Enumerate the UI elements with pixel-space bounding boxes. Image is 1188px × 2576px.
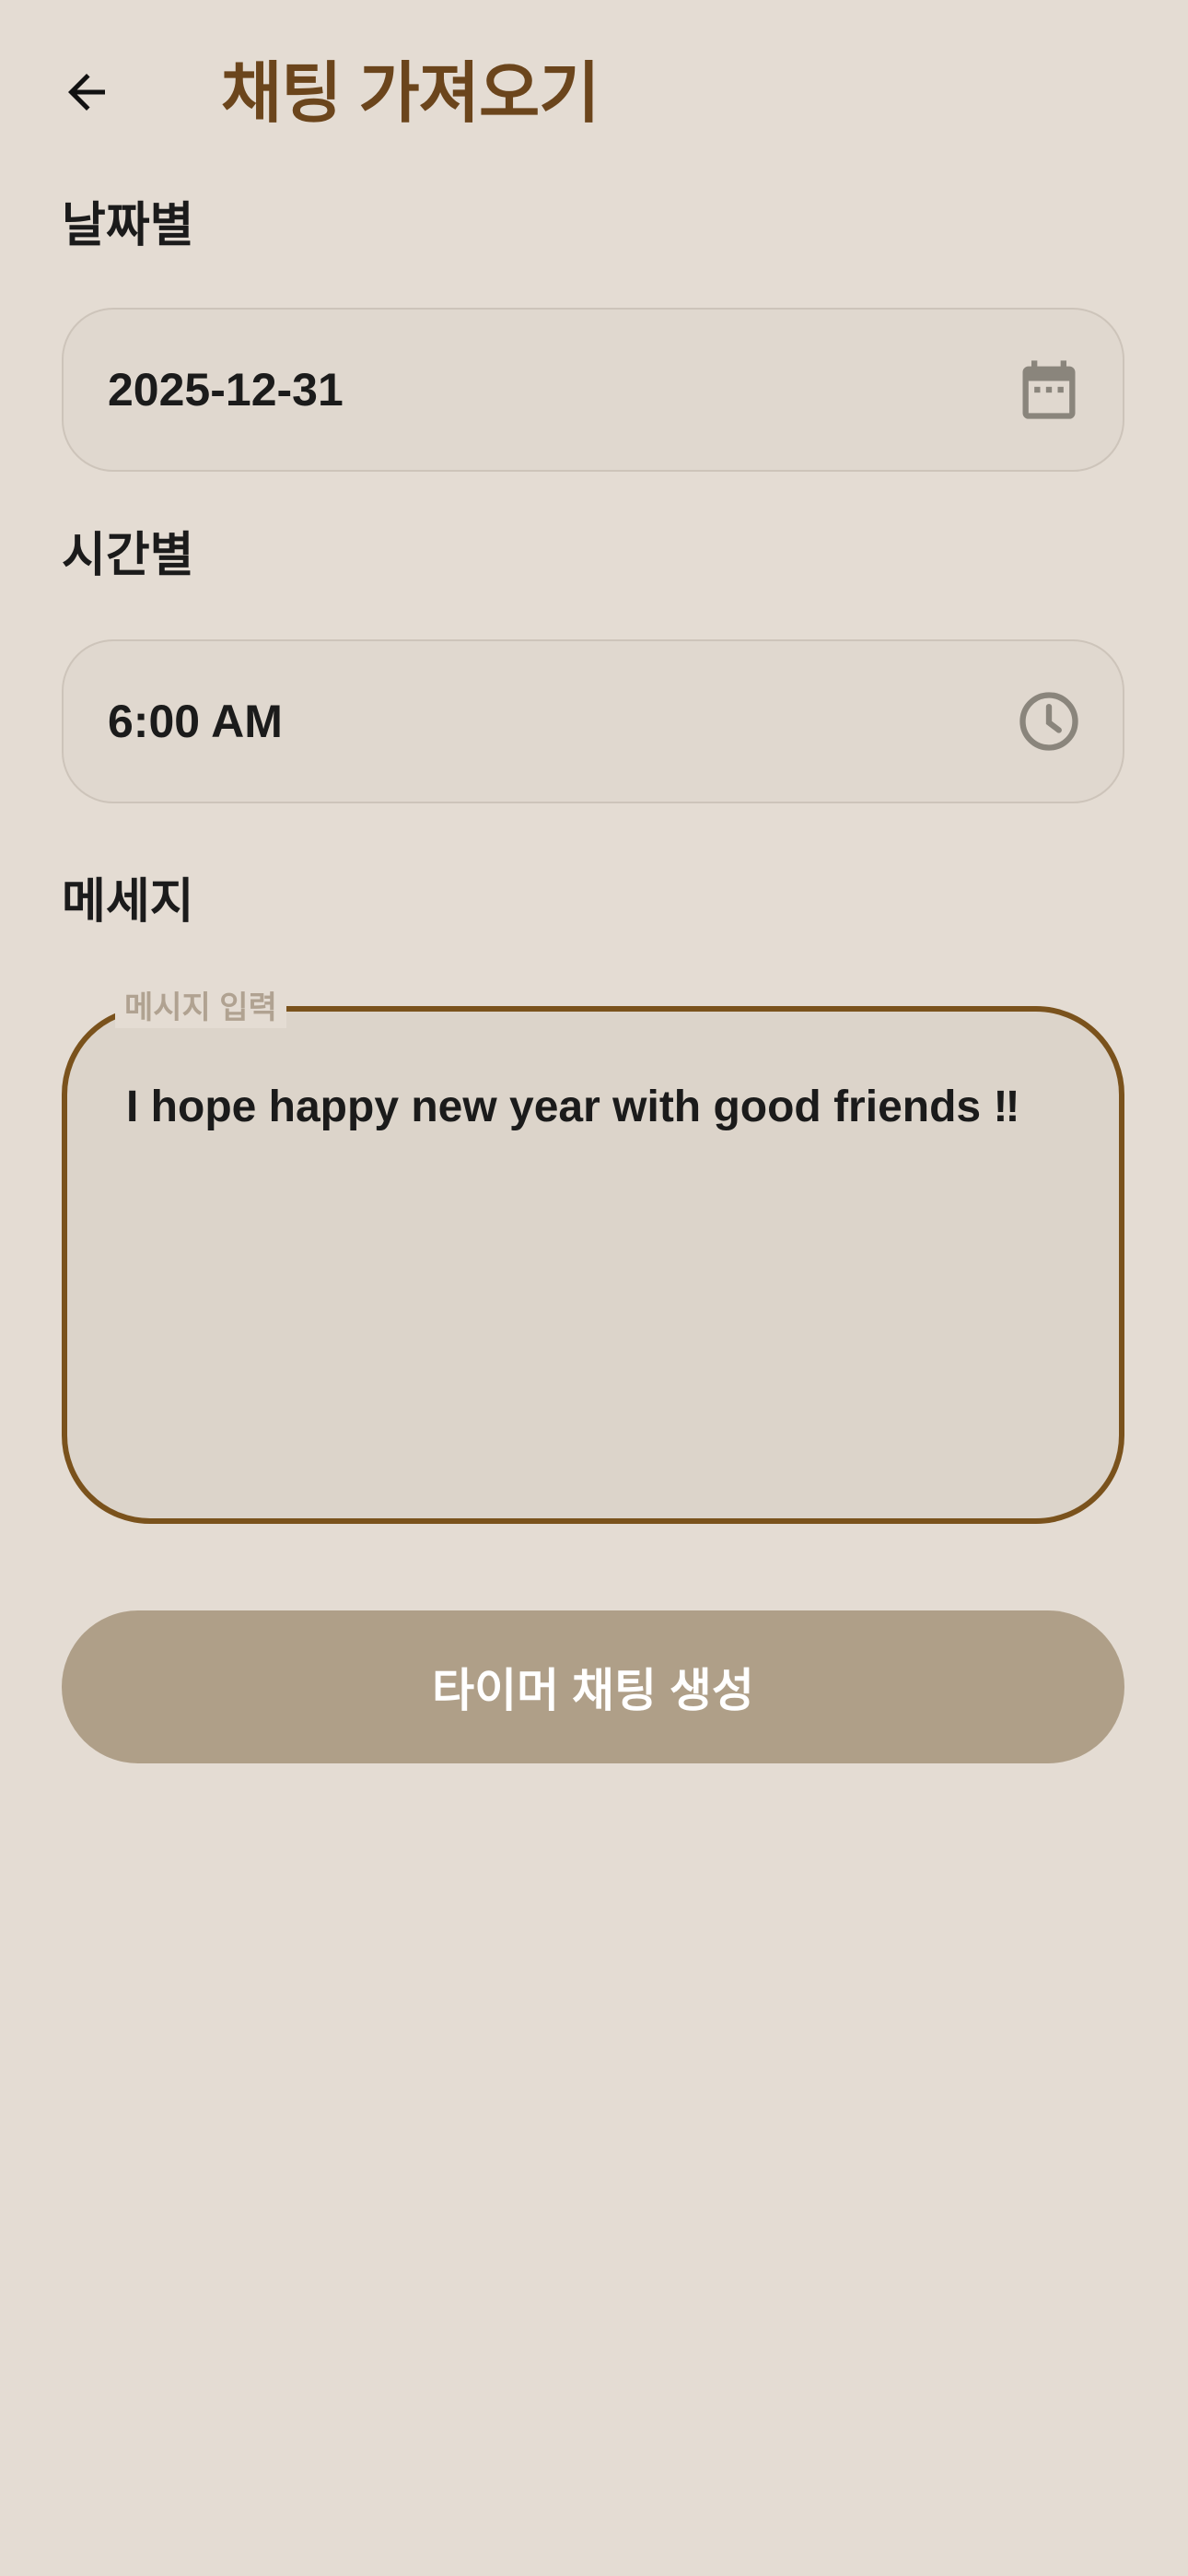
message-field-label: 메시지 입력: [115, 988, 286, 1028]
message-textarea[interactable]: 메시지 입력 I hope happy new year with good f…: [62, 988, 1124, 1524]
time-field[interactable]: 6:00 AM: [62, 639, 1124, 803]
clock-icon[interactable]: [1014, 686, 1084, 756]
date-field[interactable]: 2025-12-31: [62, 308, 1124, 472]
message-section-label: 메세지: [62, 875, 194, 929]
date-section-label: 날짜별: [62, 199, 194, 252]
top-app-bar: 채팅 가져오기: [0, 0, 1188, 193]
time-section-label: 시간별: [62, 529, 194, 582]
date-value: 2025-12-31: [108, 364, 344, 416]
page-title: 채팅 가져오기: [221, 57, 600, 131]
time-value: 6:00 AM: [108, 696, 283, 747]
create-timer-chat-button[interactable]: 타이머 채팅 생성: [62, 1610, 1124, 1763]
back-button[interactable]: [48, 53, 125, 131]
message-input-text: I hope happy new year with good friends …: [126, 1083, 1020, 1131]
arrow-left-icon: [68, 74, 105, 111]
create-timer-chat-label: 타이머 채팅 생성: [432, 1665, 754, 1716]
calendar-icon[interactable]: [1014, 355, 1084, 425]
